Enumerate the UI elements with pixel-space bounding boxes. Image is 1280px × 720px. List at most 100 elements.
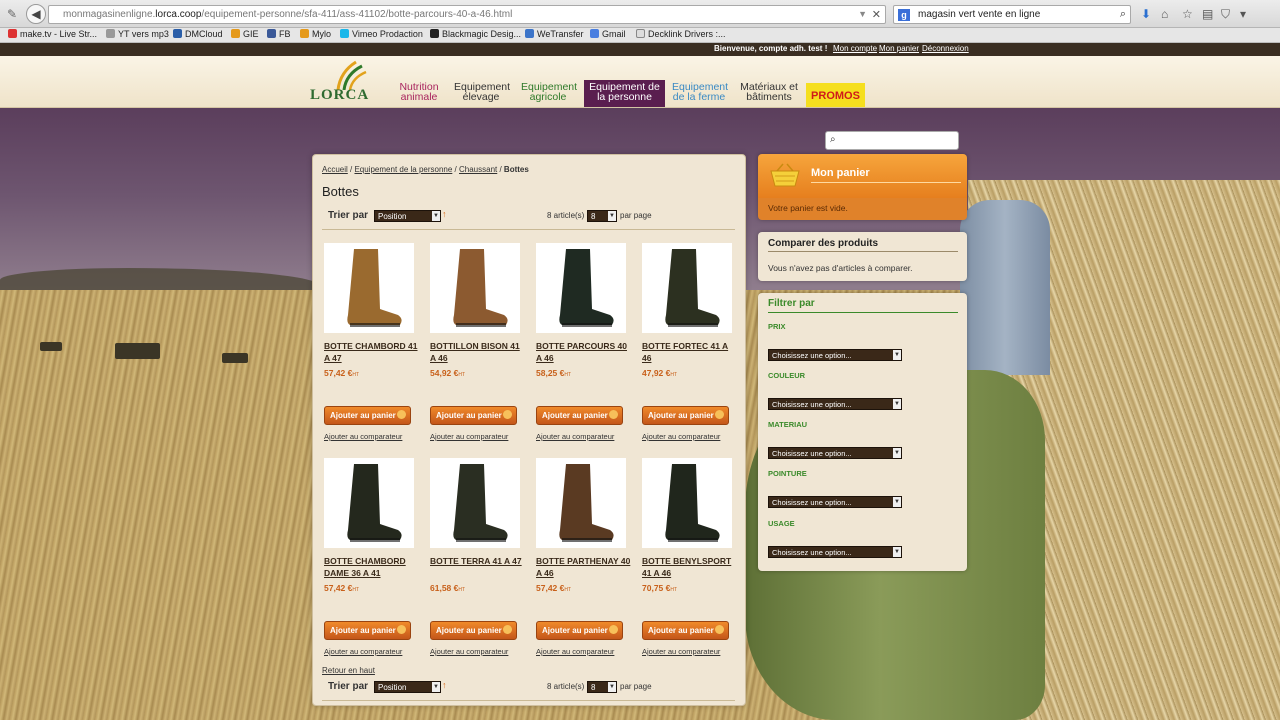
bookmark-item[interactable]: WeTransfer [525,29,584,39]
cart-title: Mon panier [811,167,870,179]
nav-materiaux-batiments[interactable]: Matériaux et bâtiments [735,80,803,107]
product-image[interactable] [430,243,520,333]
lorca-logo[interactable]: LORCA [310,60,380,106]
sort-direction-icon[interactable]: ↑ [442,680,447,690]
bookmark-item[interactable]: Blackmagic Desig... [430,29,521,39]
product-image[interactable] [642,243,732,333]
product-name-link[interactable]: BOTTE CHAMBORD DAME 36 A 41 [324,555,420,579]
add-to-compare-link[interactable]: Ajouter au comparateur [324,647,402,656]
product-name-link[interactable]: BOTTE PARCOURS 40 A 46 [536,340,632,364]
product-name-link[interactable]: BOTTE FORTEC 41 A 46 [642,340,738,364]
product-name-link[interactable]: BOTTILLON BISON 41 A 46 [430,340,526,364]
logo-text: LORCA [310,87,370,103]
home-icon[interactable]: ⌂ [1161,7,1168,21]
product-name-link[interactable]: BOTTE BENYLSPORT 41 A 46 [642,555,738,579]
filter-select-usage[interactable]: Choisissez une option... ▼ [768,546,902,558]
bookmark-item[interactable]: make.tv - Live Str... [8,29,97,39]
search-engine-icon[interactable]: g [898,9,910,21]
nav-equipement-personne[interactable]: Equipement de la personne [584,80,665,107]
search-icon[interactable]: ⌕ [830,134,836,145]
bookmarks-list-icon[interactable]: ▤ [1202,7,1213,21]
per-page-select[interactable]: 8 ▼ [587,681,617,693]
bookmark-item[interactable]: Mylo [300,29,331,39]
site-search-input[interactable]: ⌕ [825,131,959,150]
nav-equipement-elevage[interactable]: Equipement élevage [449,80,513,107]
add-to-cart-button[interactable]: Ajouter au panier [642,621,729,640]
add-to-compare-link[interactable]: Ajouter au comparateur [642,432,720,441]
filter-select-pointure[interactable]: Choisissez une option... ▼ [768,496,902,508]
sort-label: Trier par [328,210,369,221]
add-to-cart-button[interactable]: Ajouter au panier [642,406,729,425]
add-to-cart-label: Ajouter au panier [436,626,502,635]
filter-select-couleur[interactable]: Choisissez une option... ▼ [768,398,902,410]
my-cart-link[interactable]: Mon panier [879,44,919,53]
add-to-compare-link[interactable]: Ajouter au comparateur [536,432,614,441]
nav-equipement-agricole[interactable]: Equipement agricole [516,80,580,107]
product-image[interactable] [324,458,414,548]
add-to-compare-link[interactable]: Ajouter au comparateur [536,647,614,656]
nav-equipement-ferme[interactable]: Equipement de la ferme [667,80,731,107]
sort-select[interactable]: Position ▼ [374,681,441,693]
back-to-top-link[interactable]: Retour en haut [322,666,375,675]
download-icon[interactable]: ⬇ [1141,7,1151,21]
product-name-link[interactable]: BOTTE CHAMBORD 41 A 47 [324,340,420,364]
bookmark-item[interactable]: FB [267,29,291,39]
product-name-link[interactable]: BOTTE PARTHENAY 40 A 46 [536,555,632,579]
price-suffix: HT [564,587,572,593]
bookmark-item[interactable]: DMCloud [173,29,223,39]
sort-select-value: Position [378,683,407,692]
arrow-icon [609,625,618,634]
add-to-cart-button[interactable]: Ajouter au panier [430,406,517,425]
sort-select[interactable]: Position ▼ [374,210,441,222]
logout-link[interactable]: Déconnexion [922,44,969,53]
bookmark-item[interactable]: YT vers mp3 [106,29,169,39]
breadcrumb-home[interactable]: Accueil [322,165,348,174]
product-image[interactable] [430,458,520,548]
bookmark-item[interactable]: Decklink Drivers :... [636,29,726,39]
bookmark-item[interactable]: GIE [231,29,259,39]
add-to-compare-link[interactable]: Ajouter au comparateur [430,647,508,656]
bookmark-star-icon[interactable]: ☆ [1182,7,1193,21]
url-dropdown-icon[interactable]: ▼ [858,9,867,19]
bookmark-item[interactable]: Gmail [590,29,626,39]
nav-nutrition-animale[interactable]: Nutrition animale [393,80,445,107]
breadcrumb-chaussant[interactable]: Chaussant [459,165,497,174]
bookmark-item[interactable]: Vimeo Prodaction [340,29,423,39]
menu-icon[interactable]: ▾ [1240,7,1246,21]
product-name-link[interactable]: BOTTE TERRA 41 A 47 [430,555,526,567]
filter-select-materiau[interactable]: Choisissez une option... ▼ [768,447,902,459]
price-value: 57,42 € [324,368,353,378]
add-to-compare-link[interactable]: Ajouter au comparateur [430,432,508,441]
add-to-cart-button[interactable]: Ajouter au panier [324,406,411,425]
search-icon[interactable]: ⌕ [1120,8,1126,21]
add-to-cart-button[interactable]: Ajouter au panier [324,621,411,640]
product-image[interactable] [324,243,414,333]
back-button[interactable]: ◀ [26,4,46,24]
mini-cart-header[interactable]: Mon panier [758,154,967,198]
browser-search-input[interactable]: magasin vert vente en ligne [918,9,1040,20]
add-to-compare-link[interactable]: Ajouter au comparateur [642,647,720,656]
shield-icon[interactable]: ⛉ [1221,7,1230,22]
product-image[interactable] [642,458,732,548]
per-page-select[interactable]: 8 ▼ [587,210,617,222]
nav-promos[interactable]: PROMOS [806,83,865,107]
add-to-cart-button[interactable]: Ajouter au panier [536,406,623,425]
add-to-cart-button[interactable]: Ajouter au panier [536,621,623,640]
filter-label-materiau: MATERIAU [768,420,808,429]
breadcrumb-separator: / [452,165,459,174]
filter-block: Filtrer par PRIX Choisissez une option..… [758,293,967,571]
filter-select-prix[interactable]: Choisissez une option... ▼ [768,349,902,361]
breadcrumb-equipement-personne[interactable]: Equipement de la personne [354,165,452,174]
sort-label: Trier par [328,681,369,692]
my-account-link[interactable]: Mon compte [833,44,877,53]
tools-icon[interactable]: ✎ [7,7,17,21]
product-image[interactable] [536,243,626,333]
browser-search-bar[interactable]: g magasin vert vente en ligne ⌕ [893,5,1131,24]
add-to-compare-link[interactable]: Ajouter au comparateur [324,432,402,441]
add-to-cart-button[interactable]: Ajouter au panier [430,621,517,640]
stop-icon[interactable]: ✕ [872,8,881,21]
sort-direction-icon[interactable]: ↑ [442,209,447,219]
product-image[interactable] [536,458,626,548]
address-bar[interactable]: monmagasinenligne.lorca.coop/equipement-… [48,5,886,24]
add-to-cart-label: Ajouter au panier [648,626,714,635]
